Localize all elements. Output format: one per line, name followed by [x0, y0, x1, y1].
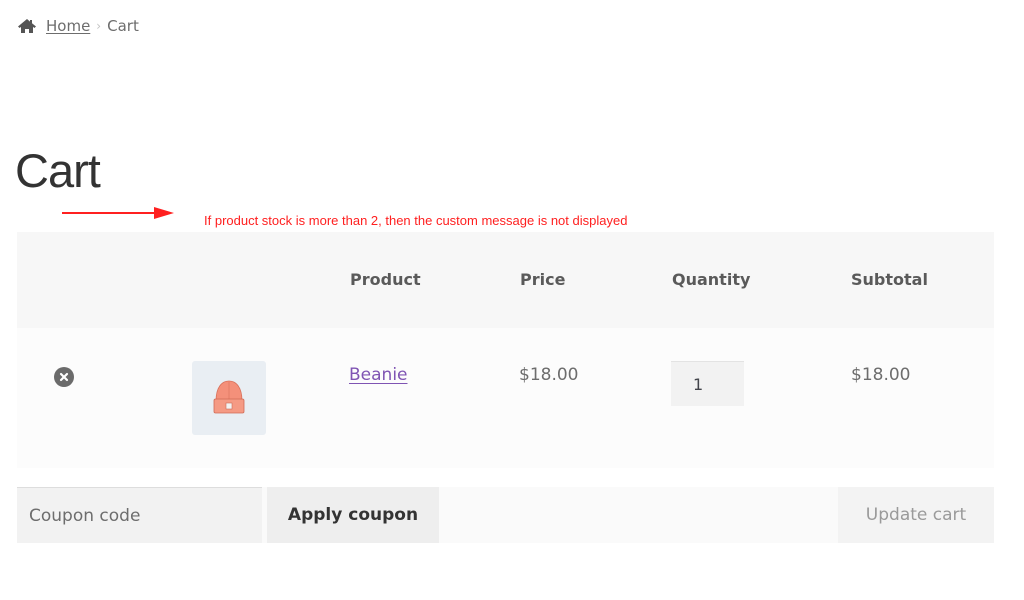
header-subtotal: Subtotal	[851, 270, 928, 289]
arrow-right-icon	[62, 207, 174, 219]
close-icon	[59, 372, 69, 382]
home-icon	[18, 19, 36, 33]
breadcrumb: Home › Cart	[17, 15, 139, 37]
product-subtotal: $18.00	[851, 365, 911, 385]
apply-coupon-button[interactable]: Apply coupon	[267, 487, 439, 543]
annotation-note: If product stock is more than 2, then th…	[204, 213, 628, 228]
header-price: Price	[520, 270, 566, 289]
cart-actions: Apply coupon Update cart	[17, 487, 994, 543]
product-thumbnail[interactable]	[192, 361, 266, 435]
beanie-image	[213, 380, 245, 414]
product-price: $18.00	[519, 365, 579, 385]
header-quantity: Quantity	[672, 270, 751, 289]
coupon-code-input[interactable]	[17, 487, 262, 543]
header-product: Product	[350, 270, 421, 289]
page-title: Cart	[15, 144, 101, 197]
table-header: Product Price Quantity Subtotal	[17, 232, 994, 328]
chevron-right-icon: ›	[96, 19, 102, 33]
update-cart-button[interactable]: Update cart	[838, 487, 994, 543]
quantity-input[interactable]	[671, 361, 744, 406]
breadcrumb-current: Cart	[107, 17, 139, 35]
breadcrumb-home-link[interactable]: Home	[46, 17, 90, 35]
product-link[interactable]: Beanie	[349, 365, 408, 385]
remove-item-button[interactable]	[54, 367, 74, 387]
table-row: Beanie $18.00 $18.00	[17, 328, 994, 468]
cart-table: Product Price Quantity Subtotal Beanie $…	[17, 232, 994, 468]
